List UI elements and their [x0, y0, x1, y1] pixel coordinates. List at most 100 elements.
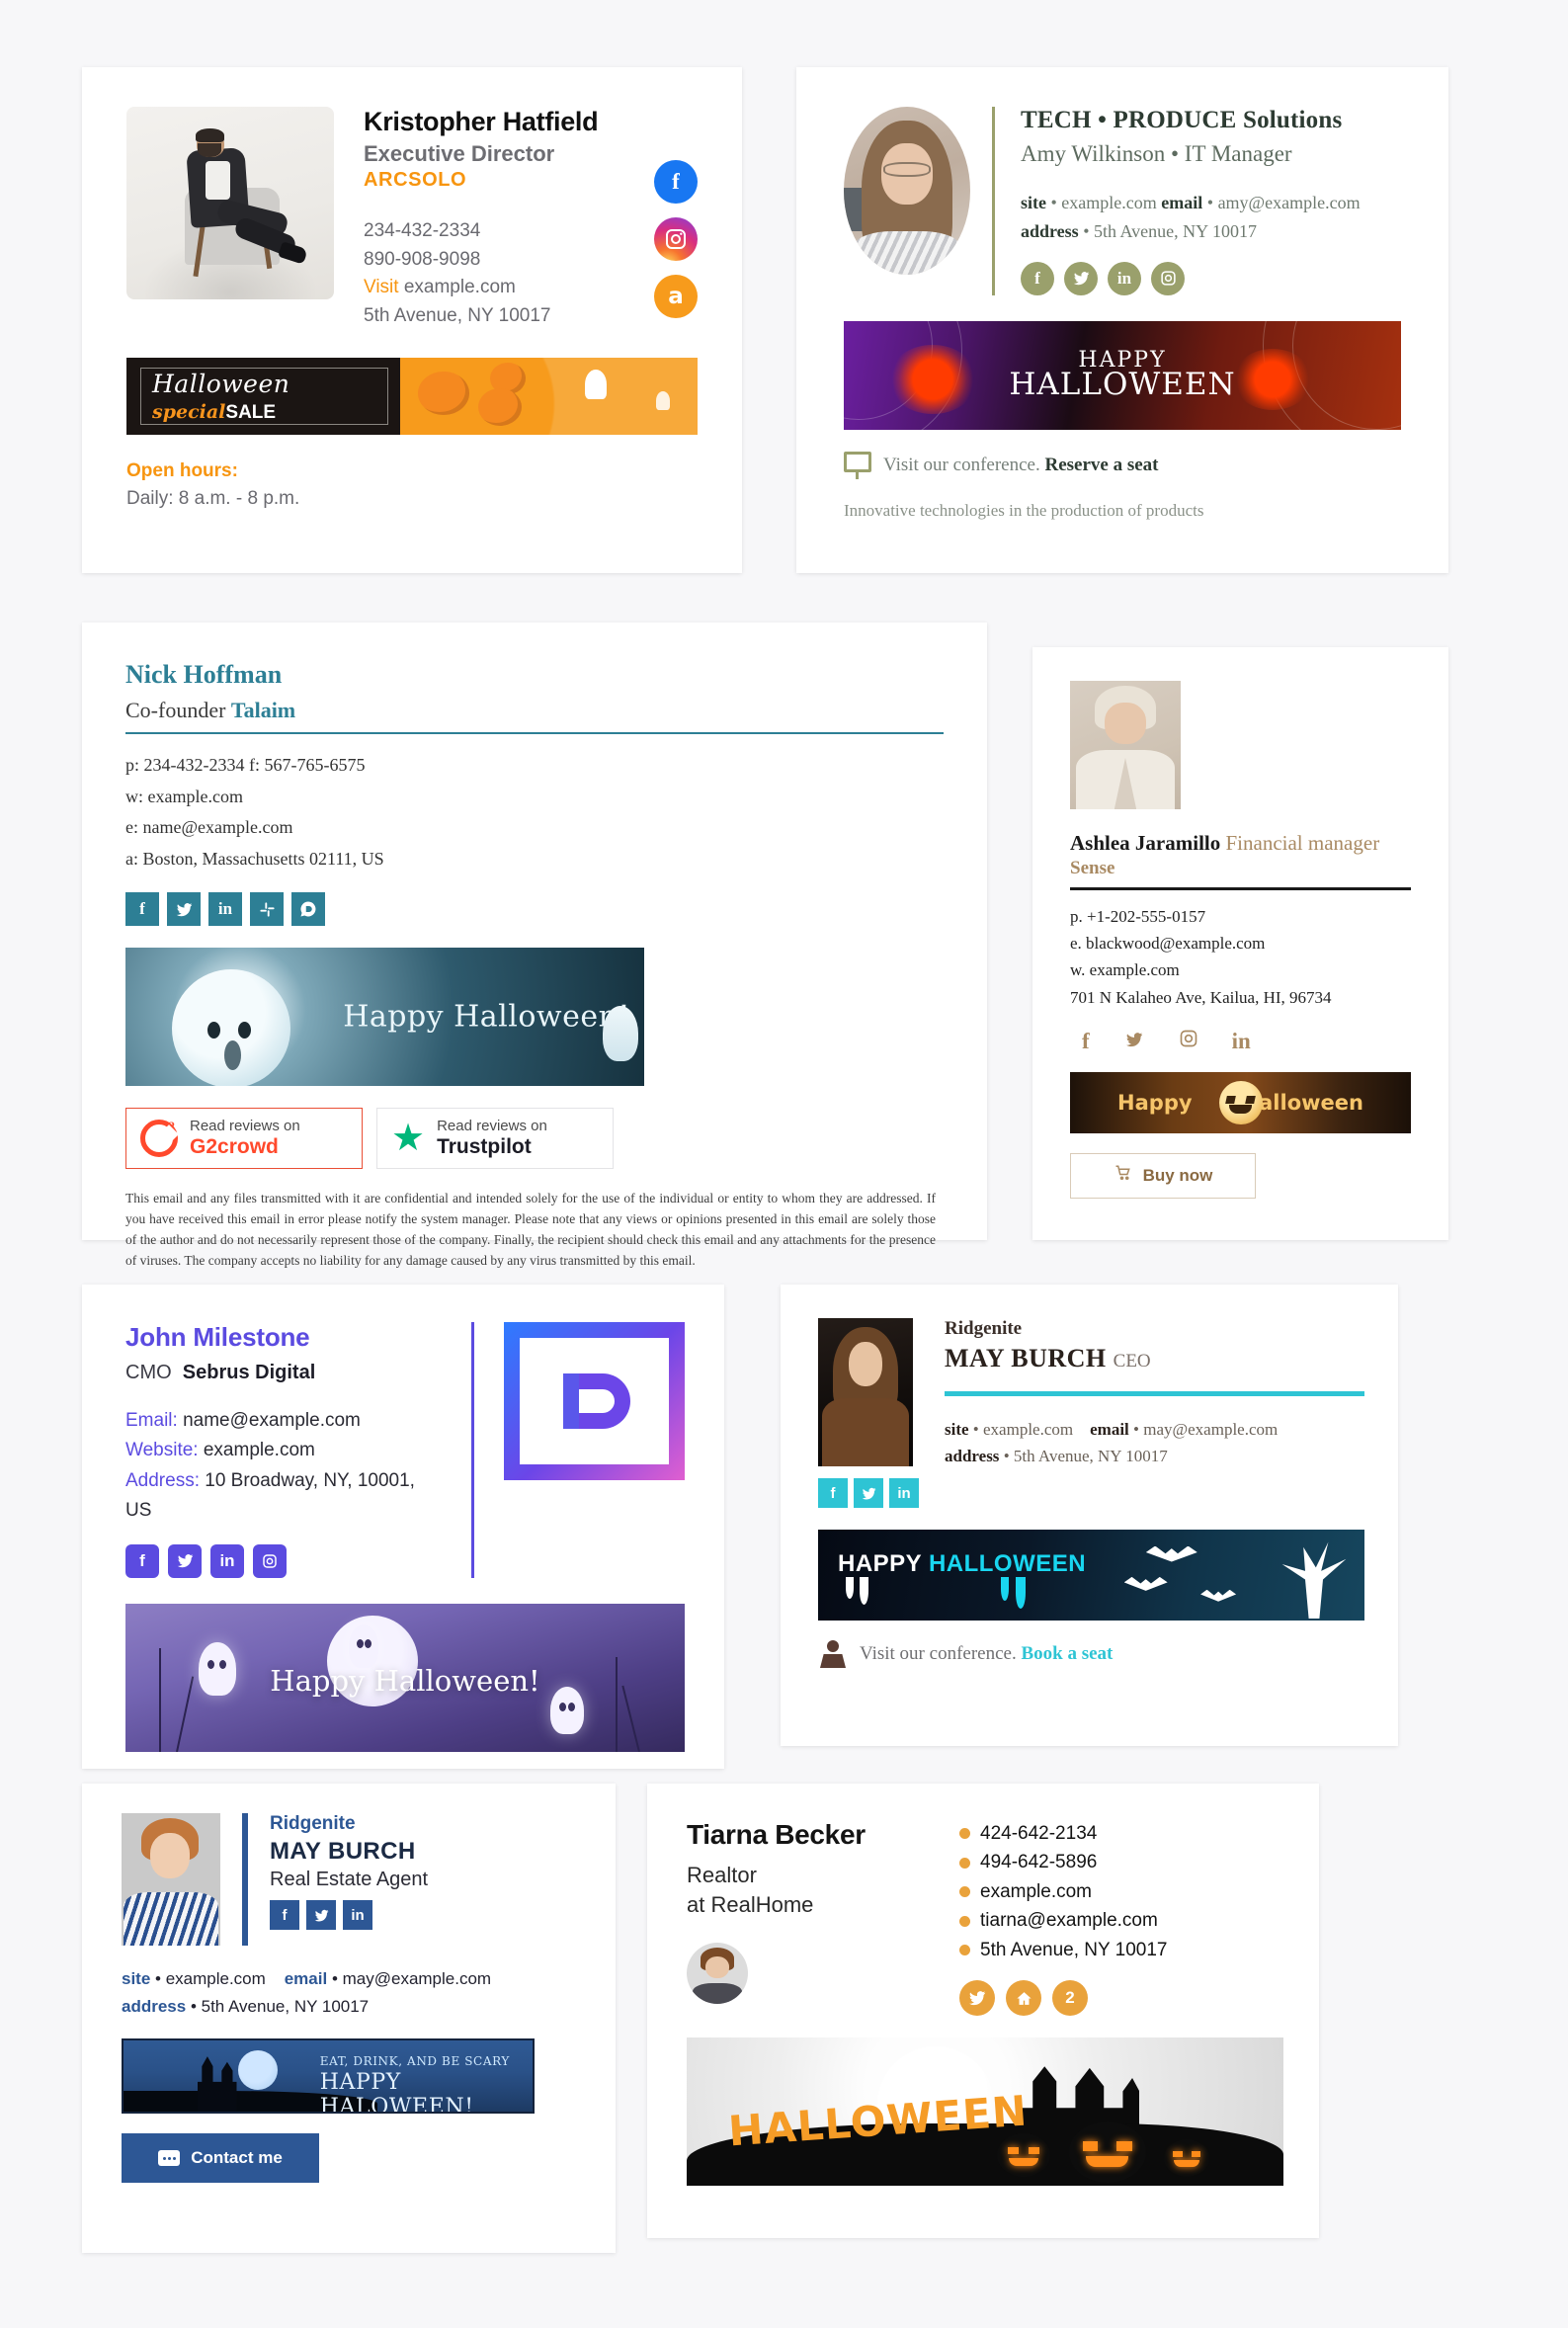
twitter-icon[interactable] [959, 1980, 995, 2017]
vertical-divider [992, 107, 995, 295]
houzz-icon[interactable]: 2 [1052, 1980, 1088, 2017]
halloween-banner-brown[interactable]: Happy Halloween [1070, 1071, 1411, 1133]
halloween-banner-purple[interactable]: HAPPY HALLOWEEN [844, 320, 1401, 430]
list-item: 5th Avenue, NY 10017 [959, 1936, 1283, 1964]
twitter-icon[interactable] [167, 892, 201, 926]
halloween-banner-gray[interactable]: HALLOWEEN [687, 2037, 1283, 2187]
nick-website[interactable]: w: example.com [125, 782, 944, 813]
facebook-icon[interactable]: f [654, 160, 698, 204]
twitter-icon[interactable] [854, 1478, 883, 1508]
site-email-row[interactable]: site • example.com email • may@example.c… [945, 1416, 1364, 1443]
email-value[interactable]: • may@example.com [332, 1969, 491, 1988]
tiarna-website[interactable]: example.com [980, 1877, 1092, 1906]
address-row: address • 5th Avenue, NY 10017 [122, 1993, 580, 2021]
john-website-row[interactable]: Website: example.com [125, 1436, 442, 1465]
review-badge-row: 2 Read reviews on G2crowd ★ Read reviews… [125, 1108, 944, 1169]
tiarna-identity: Tiarna Becker Realtor at RealHome [687, 1819, 953, 2016]
site-value[interactable]: • example.com [973, 1420, 1073, 1439]
house-icon[interactable] [1006, 1980, 1041, 2017]
website-value[interactable]: example.com [204, 1440, 315, 1460]
halloween-banner-ghost[interactable]: Happy Halloween! [125, 948, 644, 1086]
list-item[interactable]: 424-642-2134 [959, 1819, 1283, 1848]
vertical-divider [471, 1322, 474, 1578]
tiarna-social-list: 2 [959, 1980, 1283, 2017]
email-value[interactable]: • amy@example.com [1207, 193, 1361, 212]
instagram-icon[interactable] [654, 217, 698, 261]
instagram-icon[interactable] [253, 1543, 287, 1578]
linkedin-icon[interactable]: in [343, 1900, 372, 1930]
banner-headline: Halloween [152, 370, 290, 398]
twitter-icon[interactable] [306, 1900, 336, 1930]
site-email-row[interactable]: site • example.com email • may@example.c… [122, 1965, 580, 1993]
site-value[interactable]: • example.com [155, 1969, 266, 1988]
trustpilot-review-button[interactable]: ★ Read reviews on Trustpilot [376, 1108, 614, 1169]
tiarna-phone-2[interactable]: 494-642-5896 [980, 1848, 1097, 1876]
site-row[interactable]: site • example.com email • amy@example.c… [1021, 189, 1409, 217]
buy-now-button[interactable]: Buy now [1070, 1152, 1256, 1199]
twitter-icon[interactable] [168, 1543, 202, 1578]
may-agent-company: Ridgenite [270, 1813, 356, 1834]
ashlea-role: Financial manager [1225, 831, 1380, 855]
email-value[interactable]: name@example.com [183, 1410, 361, 1431]
book-seat-link[interactable]: Book a seat [1021, 1643, 1113, 1664]
twitter-icon[interactable] [1064, 261, 1098, 295]
disqus-icon[interactable] [291, 892, 325, 926]
tp-brand: Trustpilot [437, 1134, 532, 1158]
contact-block: site • example.com email • amy@example.c… [1021, 189, 1409, 246]
facebook-icon[interactable]: f [270, 1900, 299, 1930]
vertical-divider [242, 1813, 248, 1946]
john-contact-block: Email: name@example.com Website: example… [125, 1406, 442, 1527]
kristopher-phone-2[interactable]: 890-908-9098 [364, 246, 636, 275]
kristopher-website[interactable]: example.com [404, 277, 516, 297]
instagram-icon[interactable] [1151, 261, 1185, 295]
kristopher-website-row[interactable]: Visit example.com [364, 274, 636, 302]
twitter-icon[interactable] [1123, 1029, 1145, 1054]
site-label: site [1021, 193, 1046, 212]
contact-me-button[interactable]: Contact me [122, 2133, 319, 2184]
address-row: address • 5th Avenue, NY 10017 [945, 1443, 1364, 1469]
may-agent-name: MAY BURCH [270, 1838, 416, 1865]
tiarna-email[interactable]: tiarna@example.com [980, 1906, 1158, 1935]
site-value[interactable]: • example.com [1051, 193, 1157, 212]
reserve-seat-link[interactable]: Reserve a seat [1044, 455, 1158, 475]
list-item[interactable]: example.com [959, 1877, 1283, 1906]
tiarna-phone-1[interactable]: 424-642-2134 [980, 1819, 1097, 1848]
halloween-sale-banner[interactable]: Halloween specialSALE [126, 358, 698, 435]
ghost-icon [349, 1623, 379, 1668]
amazon-icon[interactable]: a [654, 275, 698, 318]
kristopher-social-list: f a [636, 107, 698, 330]
kristopher-photo [126, 107, 334, 299]
list-item[interactable]: 494-642-5896 [959, 1848, 1283, 1876]
linkedin-icon[interactable]: in [208, 892, 242, 926]
ashlea-email[interactable]: e. blackwood@example.com [1070, 930, 1411, 956]
halloween-banner-cyan[interactable]: HAPPY HALLOWEEN [818, 1530, 1364, 1621]
facebook-icon[interactable]: f [125, 892, 159, 926]
amy-details: TECH • PRODUCE Solutions Amy Wilkinson •… [1021, 107, 1409, 295]
kristopher-phone-1[interactable]: 234-432-2334 [364, 217, 636, 246]
ashlea-website[interactable]: w. example.com [1070, 956, 1411, 983]
linkedin-icon[interactable]: in [210, 1543, 244, 1578]
facebook-icon[interactable]: f [1082, 1029, 1090, 1054]
instagram-icon[interactable] [1179, 1029, 1198, 1054]
may-ceo-details: Ridgenite MAY BURCH CEO site • example.c… [919, 1318, 1364, 1508]
tiarna-role-line-2: at RealHome [687, 1891, 814, 1917]
nick-email[interactable]: e: name@example.com [125, 812, 944, 844]
slack-icon[interactable] [250, 892, 284, 926]
card8-body: Tiarna Becker Realtor at RealHome 424-64… [647, 1784, 1319, 2017]
signature-gallery-page: Kristopher Hatfield Executive Director A… [0, 0, 1568, 2328]
facebook-icon[interactable]: f [818, 1478, 848, 1508]
list-item[interactable]: tiarna@example.com [959, 1906, 1283, 1935]
linkedin-icon[interactable]: in [1232, 1029, 1251, 1054]
linkedin-icon[interactable]: in [1108, 261, 1141, 295]
linkedin-icon[interactable]: in [889, 1478, 919, 1508]
g2crowd-review-button[interactable]: 2 Read reviews on G2crowd [125, 1108, 363, 1169]
halloween-banner-purple-ghosts[interactable]: Happy Halloween! [125, 1603, 685, 1752]
facebook-icon[interactable]: f [125, 1543, 159, 1578]
email-value[interactable]: • may@example.com [1133, 1420, 1278, 1439]
halloween-banner-night[interactable]: EAT, DRINK, AND BE SCARY HAPPY HALOWEEN! [122, 2038, 535, 2115]
website-label: Website: [125, 1440, 199, 1461]
facebook-icon[interactable]: f [1021, 261, 1054, 295]
john-email-row[interactable]: Email: name@example.com [125, 1406, 442, 1436]
conference-cta-row[interactable]: Visit our conference. Reserve a seat [844, 451, 1401, 479]
conference-cta-row[interactable]: Visit our conference. Book a seat [818, 1640, 1364, 1668]
